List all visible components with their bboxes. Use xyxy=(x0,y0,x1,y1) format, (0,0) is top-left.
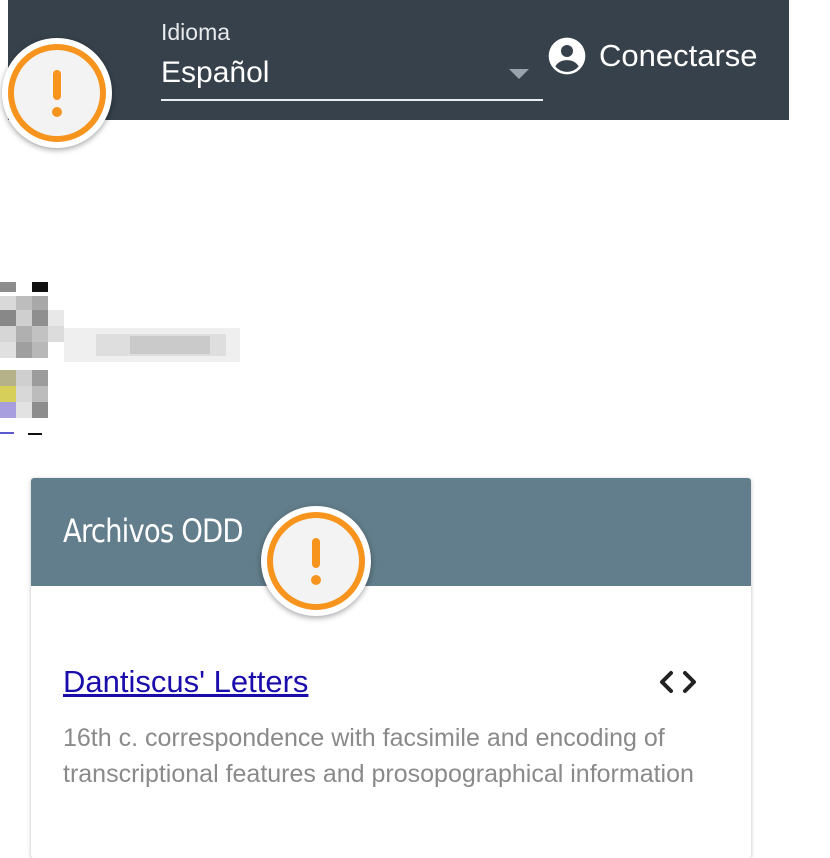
language-select-underline xyxy=(161,99,543,101)
odd-item-description: 16th c. correspondence with facsimile an… xyxy=(63,724,694,788)
odd-item-link[interactable]: Dantiscus' Letters xyxy=(63,664,308,700)
warning-icon[interactable] xyxy=(261,506,371,616)
card-header: Archivos ODD xyxy=(31,478,751,586)
login-button[interactable]: Conectarse xyxy=(547,36,758,76)
pixelated-logo-image xyxy=(0,282,240,435)
warning-icon[interactable] xyxy=(2,38,112,148)
language-select-label: Idioma xyxy=(161,19,231,45)
login-label: Conectarse xyxy=(599,38,758,73)
top-toolbar: Idioma Español Conectarse xyxy=(8,0,789,120)
code-icon[interactable] xyxy=(656,666,700,698)
odd-files-card: Archivos ODD Dantiscus' Letters 16th c. … xyxy=(31,478,751,858)
account-circle-icon xyxy=(548,37,586,75)
chevron-down-icon[interactable] xyxy=(509,69,529,79)
card-title: Archivos ODD xyxy=(63,512,244,550)
language-select[interactable]: Español xyxy=(161,56,269,90)
